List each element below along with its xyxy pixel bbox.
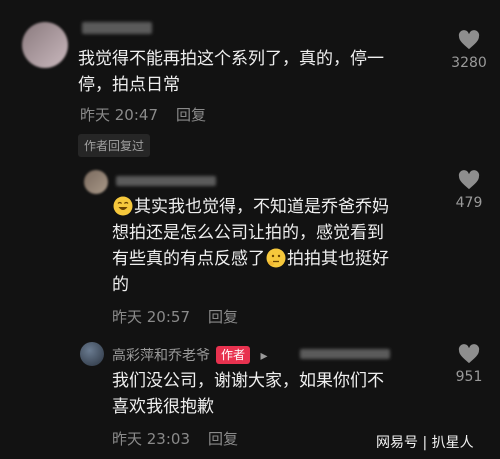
avatar[interactable] xyxy=(84,170,108,194)
comment-text: 我们没公司，谢谢大家，如果你们不 喜欢我很抱歉 xyxy=(112,368,384,420)
avatar[interactable] xyxy=(22,22,68,68)
comment-line: 我们没公司，谢谢大家，如果你们不 xyxy=(112,371,384,391)
reply-button[interactable]: 回复 xyxy=(208,430,238,448)
like-count: 479 xyxy=(455,195,483,211)
comment-meta: 昨天 23:03 回复 xyxy=(112,428,238,449)
like-button[interactable]: 951 xyxy=(439,344,499,385)
author-replied-chip: 作者回复过 xyxy=(78,134,151,157)
username-blurred[interactable] xyxy=(82,22,152,34)
author-name[interactable]: 高彩萍和乔老爷 作者 ▸ xyxy=(112,345,268,365)
comment-line: 有些真的有点反感了 拍拍其也挺好 xyxy=(112,248,389,269)
smile-emoji xyxy=(113,196,133,216)
heart-icon xyxy=(458,170,480,190)
heart-icon xyxy=(458,30,480,50)
comment-text: 其实我也觉得，不知道是乔爸乔妈 想拍还是怎么公司让拍的，感觉看到 有些真的有点反… xyxy=(112,194,389,298)
comment-text: 我觉得不能再拍这个系列了，真的，停一 停，拍点日常 xyxy=(78,46,384,98)
heart-icon xyxy=(458,344,480,364)
reply-arrow: ▸ xyxy=(260,348,268,364)
comment-line: 我觉得不能再拍这个系列了，真的，停一 xyxy=(78,49,384,69)
timestamp: 昨天 23:03 xyxy=(112,430,190,448)
comment-meta: 昨天 20:47 回复 xyxy=(80,104,206,125)
like-button[interactable]: 479 xyxy=(439,170,499,211)
timestamp: 昨天 20:57 xyxy=(112,308,190,326)
like-count: 951 xyxy=(455,369,483,385)
author-badge: 作者 xyxy=(216,346,251,364)
comment-line: 其实我也觉得，不知道是乔爸乔妈 xyxy=(112,194,389,220)
username-blurred[interactable] xyxy=(300,349,390,359)
comment-meta: 昨天 20:57 回复 xyxy=(112,306,238,327)
comment-line: 喜欢我很抱歉 xyxy=(112,397,214,417)
username-blurred[interactable] xyxy=(116,176,216,186)
thinking-emoji xyxy=(266,248,286,268)
watermark: 网易号 | 扒星人 xyxy=(376,435,474,451)
comment-line: 停，拍点日常 xyxy=(78,75,180,95)
comment-line: 想拍还是怎么公司让拍的，感觉看到 xyxy=(112,223,384,243)
reply-button[interactable]: 回复 xyxy=(176,106,206,124)
like-button[interactable]: 3280 xyxy=(439,30,499,71)
like-count: 3280 xyxy=(451,55,487,71)
reply-button[interactable]: 回复 xyxy=(208,308,238,326)
timestamp: 昨天 20:47 xyxy=(80,106,158,124)
comment-line: 的 xyxy=(112,275,129,295)
avatar[interactable] xyxy=(80,342,104,366)
